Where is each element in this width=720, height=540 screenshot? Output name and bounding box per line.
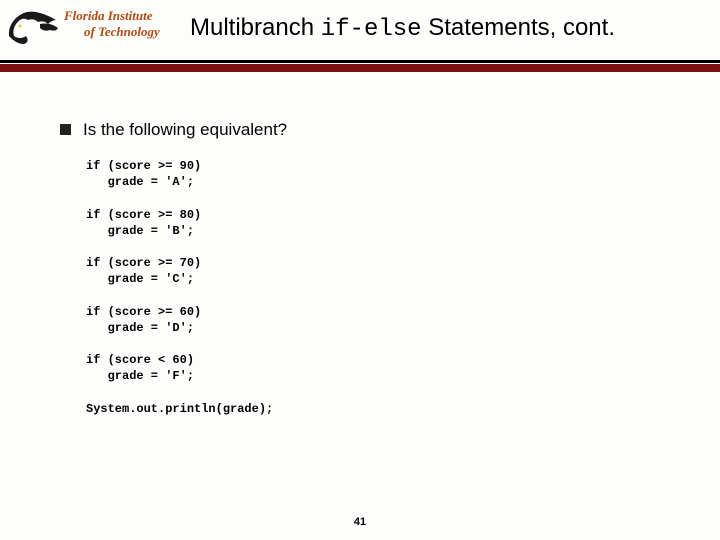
code-line: grade = 'B'; [86,224,194,238]
code-line: if (score < 60) [86,353,194,367]
code-line: if (score >= 80) [86,208,201,222]
code-line: grade = 'D'; [86,321,194,335]
code-line: if (score >= 60) [86,305,201,319]
code-block: if (score >= 90) grade = 'A'; if (score … [86,158,680,417]
code-line: if (score >= 90) [86,159,201,173]
title-before: Multibranch [190,14,321,41]
panther-icon [6,6,60,46]
code-line: grade = 'F'; [86,369,194,383]
rule-crimson [0,64,720,72]
code-line: System.out.println(grade); [86,402,273,416]
slide-title: Multibranch if-else Statements, cont. [190,14,615,43]
code-line: if (score >= 70) [86,256,201,270]
logo-text-line1: Florida Institute [64,8,153,24]
rule-black [0,60,720,63]
logo: Florida Institute of Technology [6,4,166,52]
content-area: Is the following equivalent? if (score >… [60,120,680,417]
code-line: grade = 'C'; [86,272,194,286]
page-number: 41 [0,516,720,528]
square-bullet-icon [60,124,71,135]
title-mono: if-else [321,16,422,43]
bullet-item: Is the following equivalent? [60,120,680,140]
title-after: Statements, cont. [422,14,615,41]
header-rules [0,60,720,72]
bullet-text: Is the following equivalent? [83,120,287,140]
logo-text-line2: of Technology [84,24,160,40]
code-line: grade = 'A'; [86,175,194,189]
